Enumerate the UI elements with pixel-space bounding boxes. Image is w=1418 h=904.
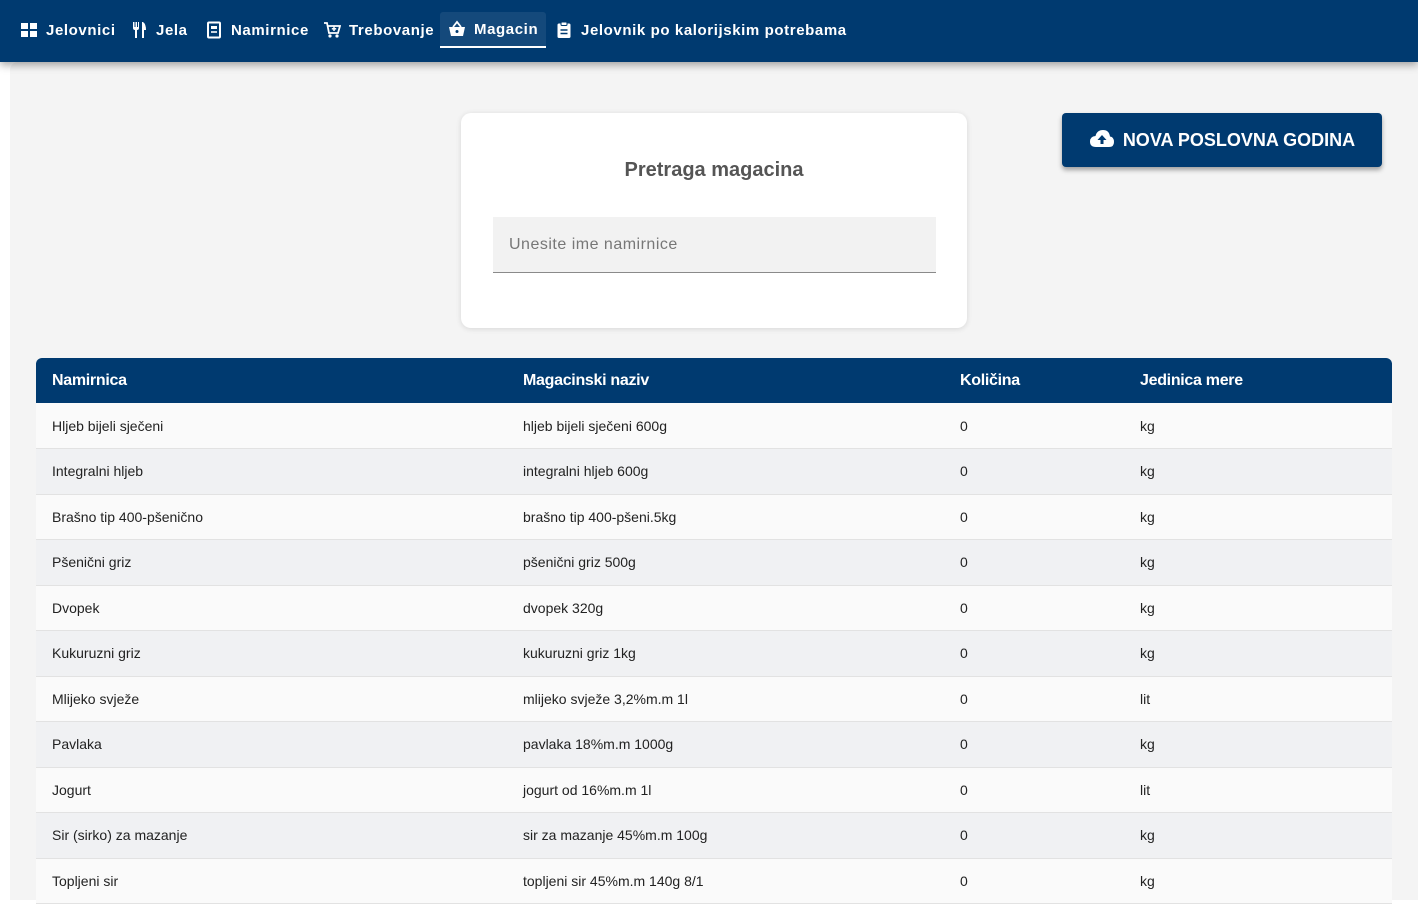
cell-namirnica: Topljeni sir: [52, 872, 119, 889]
cart-icon: [324, 22, 341, 38]
cell-kolicina: 0: [960, 645, 968, 662]
table-row[interactable]: Kukuruzni griz kukuruzni griz 1kg 0 kg: [36, 630, 1392, 676]
table-row[interactable]: Pšenični griz pšenični griz 500g 0 kg: [36, 539, 1392, 585]
table-row[interactable]: Mlijeko svježe mlijeko svježe 3,2%m.m 1l…: [36, 676, 1392, 722]
cell-kolicina: 0: [960, 690, 968, 707]
table-row[interactable]: Topljeni sir topljeni sir 45%m.m 140g 8/…: [36, 858, 1392, 904]
cell-namirnica: Hljeb bijeli sječeni: [52, 417, 164, 434]
search-card: Pretraga magacina: [461, 113, 967, 328]
cell-namirnica: Kukuruzni griz: [52, 645, 141, 662]
cloud-upload-icon: [1089, 130, 1114, 147]
table-row[interactable]: Brašno tip 400-pšenično brašno tip 400-p…: [36, 494, 1392, 540]
cell-magacinski-naziv: kukuruzni griz 1kg: [523, 645, 636, 662]
cell-magacinski-naziv: brašno tip 400-pšeni.5kg: [523, 508, 677, 525]
cell-jedinica-mere: kg: [1140, 645, 1155, 662]
warehouse-table: Namirnica Magacinski naziv Količina Jedi…: [36, 358, 1392, 904]
cell-jedinica-mere: kg: [1140, 508, 1155, 525]
cell-kolicina: 0: [960, 781, 968, 798]
cell-namirnica: Pšenični griz: [52, 554, 132, 571]
nav-item-magacin[interactable]: Magacin: [440, 12, 547, 48]
nav-item-jelovnik-kalorije[interactable]: Jelovnik po kalorijskim potrebama: [555, 12, 847, 48]
cell-jedinica-mere: kg: [1140, 599, 1155, 616]
document-icon: [207, 21, 221, 39]
cell-magacinski-naziv: sir za mazanje 45%m.m 100g: [523, 827, 708, 844]
cell-kolicina: 0: [960, 827, 968, 844]
cell-magacinski-naziv: mlijeko svježe 3,2%m.m 1l: [523, 690, 688, 707]
nav-item-namirnice[interactable]: Namirnice: [205, 12, 309, 48]
table-row[interactable]: Pavlaka pavlaka 18%m.m 1000g 0 kg: [36, 721, 1392, 767]
column-header-namirnica[interactable]: Namirnica: [36, 358, 507, 403]
grid-icon: [21, 23, 37, 37]
table-row[interactable]: Sir (sirko) za mazanje sir za mazanje 45…: [36, 812, 1392, 858]
cell-magacinski-naziv: jogurt od 16%m.m 1l: [523, 781, 652, 798]
new-business-year-button[interactable]: NOVA POSLOVNA GODINA: [1062, 113, 1382, 167]
top-navigation-bar: Jelovnici Jela Namirnice Trebovanje Maga…: [0, 0, 1418, 62]
table-row[interactable]: Integralni hljeb integralni hljeb 600g 0…: [36, 448, 1392, 494]
cell-namirnica: Dvopek: [52, 599, 100, 616]
cell-kolicina: 0: [960, 872, 968, 889]
cell-kolicina: 0: [960, 554, 968, 571]
new-business-year-label: NOVA POSLOVNA GODINA: [1122, 129, 1356, 150]
cell-jedinica-mere: kg: [1140, 827, 1155, 844]
cell-magacinski-naziv: hljeb bijeli sječeni 600g: [523, 417, 667, 434]
table-row[interactable]: Jogurt jogurt od 16%m.m 1l 0 lit: [36, 767, 1392, 813]
nav-item-label: Magacin: [474, 20, 539, 38]
nav-item-label: Jelovnici: [46, 21, 116, 39]
cell-namirnica: Pavlaka: [52, 736, 102, 753]
table-header-row: Namirnica Magacinski naziv Količina Jedi…: [36, 358, 1392, 403]
cell-jedinica-mere: kg: [1140, 463, 1155, 480]
cell-magacinski-naziv: integralni hljeb 600g: [523, 463, 649, 480]
nav-item-label: Trebovanje: [349, 21, 435, 39]
basket-icon: [449, 20, 465, 36]
cell-jedinica-mere: kg: [1140, 872, 1155, 889]
cell-jedinica-mere: kg: [1140, 554, 1155, 571]
nav-item-label: Jelovnik po kalorijskim potrebama: [581, 21, 847, 39]
cell-kolicina: 0: [960, 599, 968, 616]
search-title: Pretraga magacina: [624, 159, 804, 181]
cell-jedinica-mere: kg: [1140, 736, 1155, 753]
search-input[interactable]: [493, 217, 936, 273]
cell-kolicina: 0: [960, 463, 968, 480]
column-header-jedinica-mere[interactable]: Jedinica mere: [1124, 358, 1392, 403]
cell-namirnica: Jogurt: [52, 781, 91, 798]
cell-magacinski-naziv: dvopek 320g: [523, 599, 604, 616]
column-header-kolicina[interactable]: Količina: [944, 358, 1124, 403]
table-row[interactable]: Dvopek dvopek 320g 0 kg: [36, 585, 1392, 631]
cell-jedinica-mere: lit: [1140, 781, 1151, 798]
cell-kolicina: 0: [960, 736, 968, 753]
cell-namirnica: Sir (sirko) za mazanje: [52, 827, 188, 844]
cell-magacinski-naziv: topljeni sir 45%m.m 140g 8/1: [523, 872, 704, 889]
cell-magacinski-naziv: pavlaka 18%m.m 1000g: [523, 736, 674, 753]
nav-item-label: Namirnice: [231, 21, 309, 39]
nav-item-label: Jela: [156, 21, 188, 39]
cell-kolicina: 0: [960, 417, 968, 434]
cell-jedinica-mere: lit: [1140, 690, 1151, 707]
table-row[interactable]: Hljeb bijeli sječeni hljeb bijeli sječen…: [36, 403, 1392, 449]
cell-kolicina: 0: [960, 508, 968, 525]
clipboard-icon: [557, 21, 571, 38]
fork-knife-icon: [133, 22, 146, 38]
cell-magacinski-naziv: pšenični griz 500g: [523, 554, 636, 571]
column-header-magacinski-naziv[interactable]: Magacinski naziv: [507, 358, 944, 403]
cell-namirnica: Mlijeko svježe: [52, 690, 140, 707]
nav-item-trebovanje[interactable]: Trebovanje: [323, 12, 434, 48]
cell-namirnica: Brašno tip 400-pšenično: [52, 508, 203, 525]
cell-jedinica-mere: kg: [1140, 417, 1155, 434]
nav-item-jelovnici[interactable]: Jelovnici: [20, 12, 116, 48]
cell-namirnica: Integralni hljeb: [52, 463, 144, 480]
nav-item-jela[interactable]: Jela: [130, 12, 188, 48]
